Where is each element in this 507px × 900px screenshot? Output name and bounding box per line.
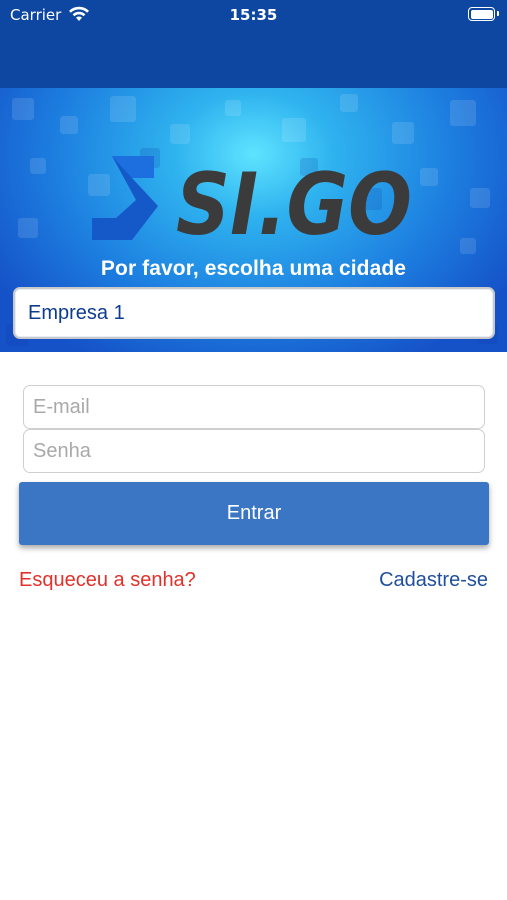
choose-city-prompt: Por favor, escolha uma cidade: [100, 257, 407, 280]
login-button[interactable]: Entrar: [19, 482, 489, 545]
city-selector-value: Empresa 1: [28, 302, 125, 324]
email-field[interactable]: [23, 385, 485, 429]
city-selector[interactable]: Empresa 1: [13, 287, 495, 339]
status-bar: Carrier 15:35: [0, 0, 507, 30]
status-time: 15:35: [229, 6, 278, 24]
forgot-password-link[interactable]: Esqueceu a senha?: [19, 569, 196, 592]
signup-link[interactable]: Cadastre-se: [379, 569, 488, 592]
password-field[interactable]: [23, 429, 485, 473]
sigo-logo: SI.GO: [92, 155, 412, 244]
navigation-bar: [0, 30, 507, 88]
battery-icon: [468, 7, 499, 21]
logo-text: SI.GO: [176, 155, 412, 244]
